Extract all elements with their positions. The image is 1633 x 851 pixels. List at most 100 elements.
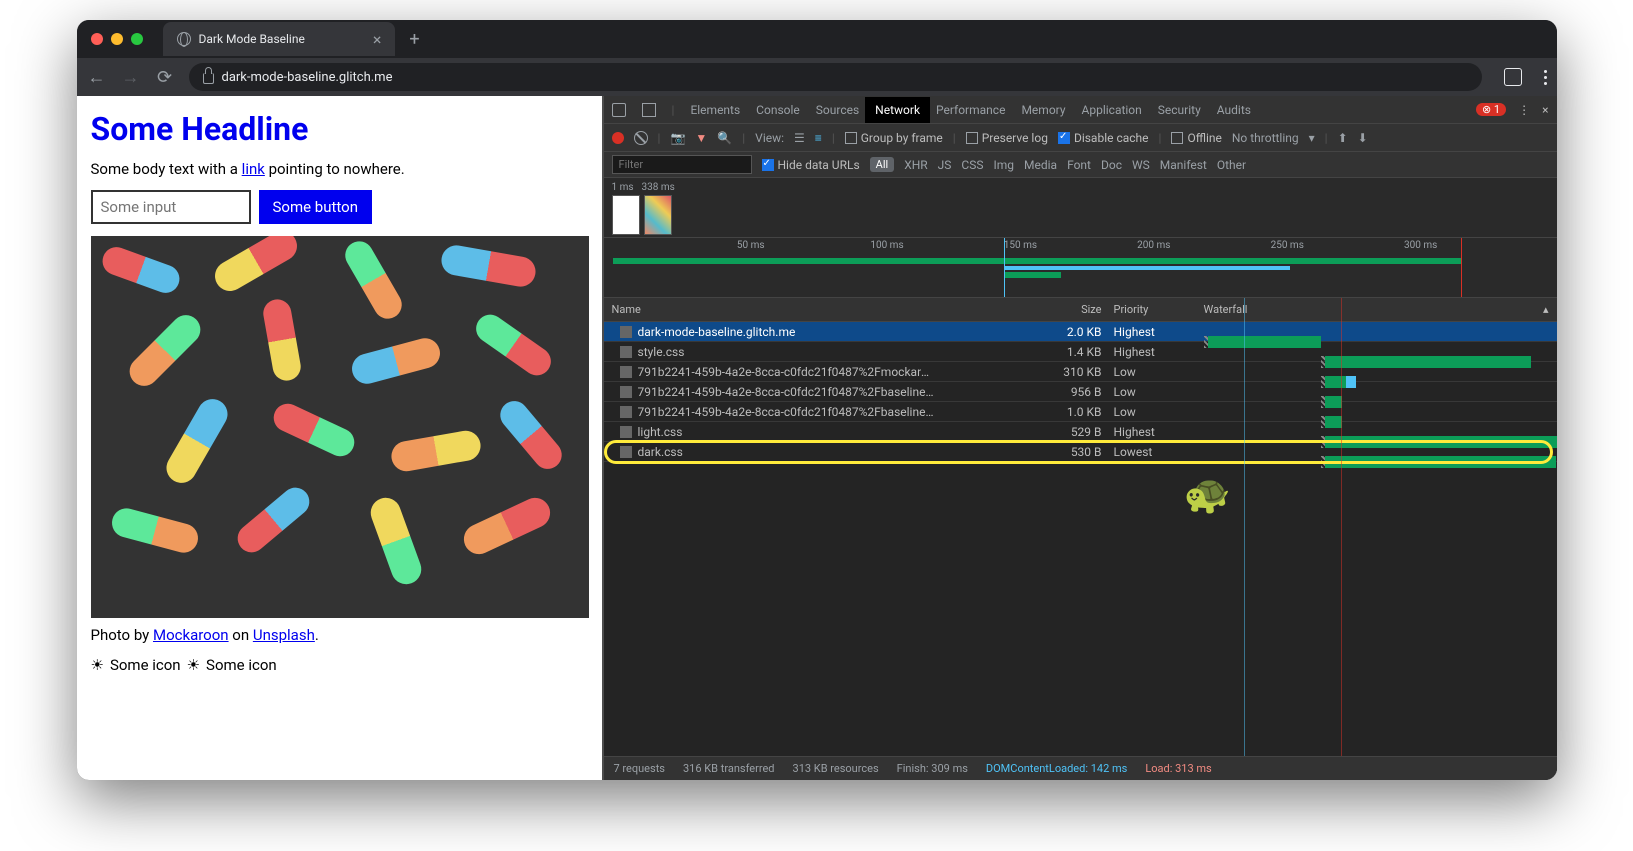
filter-js[interactable]: JS	[938, 158, 952, 172]
extensions-button[interactable]	[1504, 68, 1522, 86]
caption-mid: on	[229, 626, 253, 644]
network-row[interactable]: 791b2241-459b-4a2e-8cca-c0fdc21f0487%2Fb…	[604, 402, 1557, 422]
back-button[interactable]: ←	[87, 67, 107, 88]
filter-input[interactable]	[612, 155, 752, 174]
time-mark: 50 ms	[737, 240, 765, 251]
filter-ws[interactable]: WS	[1132, 158, 1150, 172]
inspect-icon[interactable]	[612, 103, 626, 117]
status-bar: 7 requests 316 KB transferred 313 KB res…	[604, 756, 1557, 780]
caption-author-link[interactable]: Mockaroon	[153, 626, 229, 644]
reload-button[interactable]: ⟳	[155, 67, 175, 88]
caption-prefix: Photo by	[91, 626, 153, 644]
network-row[interactable]: style.css1.4 KBHighest	[604, 342, 1557, 362]
browser-toolbar: ← → ⟳ dark-mode-baseline.glitch.me	[77, 58, 1557, 96]
error-badge[interactable]: ⊗ 1	[1476, 103, 1506, 116]
page-headline: Some Headline	[91, 110, 588, 148]
forward-button[interactable]: →	[121, 67, 141, 88]
time-mark: 250 ms	[1271, 240, 1304, 251]
network-row[interactable]: 791b2241-459b-4a2e-8cca-c0fdc21f0487%2Fb…	[604, 382, 1557, 402]
grid-header: Name Size Priority Waterfall▴	[604, 298, 1557, 322]
close-tab-button[interactable]: ×	[373, 30, 382, 49]
devtools-menu-icon[interactable]: ⋮	[1518, 103, 1530, 117]
status-load: Load: 313 ms	[1145, 762, 1211, 775]
offline-checkbox[interactable]: Offline	[1171, 131, 1221, 145]
body-link[interactable]: link	[242, 160, 265, 178]
tab-elements[interactable]: Elements	[690, 103, 740, 117]
new-tab-button[interactable]: +	[409, 29, 419, 50]
filter-bar: Hide data URLs All XHR JS CSS Img Media …	[604, 152, 1557, 178]
filter-all[interactable]: All	[870, 157, 895, 172]
network-row[interactable]: dark-mode-baseline.glitch.me2.0 KBHighes…	[604, 322, 1557, 342]
timeline[interactable]: 50 ms 100 ms 150 ms 200 ms 250 ms 300 ms	[604, 238, 1557, 298]
tab-performance[interactable]: Performance	[936, 103, 1005, 117]
overview-size: 338 ms	[642, 182, 675, 193]
tab-audits[interactable]: Audits	[1217, 103, 1251, 117]
filter-doc[interactable]: Doc	[1101, 158, 1122, 172]
status-transferred: 316 KB transferred	[683, 762, 775, 775]
tab-title: Dark Mode Baseline	[199, 32, 305, 46]
status-resources: 313 KB resources	[793, 762, 879, 775]
window-controls	[91, 33, 143, 45]
upload-icon[interactable]: ⬆	[1338, 131, 1348, 145]
network-row[interactable]: light.css529 BHighest	[604, 422, 1557, 442]
filter-font[interactable]: Font	[1067, 158, 1091, 172]
time-mark: 200 ms	[1137, 240, 1170, 251]
tab-console[interactable]: Console	[756, 103, 800, 117]
hide-urls-checkbox[interactable]: Hide data URLs	[762, 158, 860, 172]
col-size[interactable]: Size	[934, 303, 1114, 316]
camera-icon[interactable]: 📷	[670, 131, 685, 145]
view-waterfall-icon[interactable]: ≡	[815, 131, 822, 145]
filter-css[interactable]: CSS	[961, 158, 983, 172]
close-window-button[interactable]	[91, 33, 103, 45]
filter-media[interactable]: Media	[1024, 158, 1057, 172]
tab-security[interactable]: Security	[1158, 103, 1201, 117]
time-mark: 300 ms	[1404, 240, 1437, 251]
filter-img[interactable]: Img	[993, 158, 1014, 172]
time-mark: 100 ms	[870, 240, 903, 251]
preserve-checkbox[interactable]: Preserve log	[966, 131, 1048, 145]
group-checkbox[interactable]: Group by frame	[845, 131, 943, 145]
disable-cache-checkbox[interactable]: Disable cache	[1058, 131, 1149, 145]
tab-application[interactable]: Application	[1082, 103, 1142, 117]
browser-window: Dark Mode Baseline × + ← → ⟳ dark-mode-b…	[77, 20, 1557, 780]
text-input[interactable]	[91, 190, 251, 224]
turtle-emoji: 🐢	[1184, 473, 1231, 517]
minimize-window-button[interactable]	[111, 33, 123, 45]
download-icon[interactable]: ⬇	[1358, 131, 1368, 145]
col-waterfall[interactable]: Waterfall▴	[1204, 303, 1557, 316]
throttling-select[interactable]: No throttling	[1232, 131, 1299, 145]
maximize-window-button[interactable]	[131, 33, 143, 45]
device-toggle-icon[interactable]	[642, 103, 656, 117]
tab-network[interactable]: Network	[865, 97, 930, 123]
filmstrip-frame[interactable]	[644, 195, 672, 235]
col-priority[interactable]: Priority	[1114, 303, 1204, 316]
filter-other[interactable]: Other	[1217, 158, 1246, 172]
caption-site-link[interactable]: Unsplash	[253, 626, 315, 644]
page-body: Some body text with a link pointing to n…	[91, 160, 588, 178]
filter-xhr[interactable]: XHR	[904, 158, 927, 172]
col-name[interactable]: Name	[604, 303, 934, 316]
browser-menu-button[interactable]	[1544, 70, 1547, 85]
browser-tab[interactable]: Dark Mode Baseline ×	[163, 22, 396, 56]
filter-manifest[interactable]: Manifest	[1160, 158, 1207, 172]
tab-memory[interactable]: Memory	[1021, 103, 1065, 117]
body-text-2: pointing to nowhere.	[265, 160, 405, 178]
chevron-down-icon: ▾	[1309, 131, 1315, 145]
search-icon[interactable]: 🔍	[717, 131, 732, 145]
clear-button[interactable]	[634, 131, 648, 145]
caption-suffix: .	[315, 626, 319, 644]
filmstrip-frame[interactable]	[612, 195, 640, 235]
tab-sources[interactable]: Sources	[816, 103, 859, 117]
record-button[interactable]	[612, 132, 624, 144]
webpage: Some Headline Some body text with a link…	[77, 96, 604, 780]
icon-label-1: Some icon	[110, 656, 181, 674]
devtools-tabs: | Elements Console Sources Network Perfo…	[604, 96, 1557, 124]
overview-strip[interactable]: 1 ms338 ms	[604, 178, 1557, 238]
filter-icon[interactable]: ▼	[695, 131, 707, 145]
view-large-icon[interactable]: ☰	[794, 131, 805, 145]
submit-button[interactable]: Some button	[259, 190, 373, 224]
hero-image	[91, 236, 589, 618]
network-grid: Name Size Priority Waterfall▴ dark-mode-…	[604, 298, 1557, 756]
url-bar[interactable]: dark-mode-baseline.glitch.me	[189, 63, 1482, 91]
devtools-close-button[interactable]: ×	[1542, 103, 1548, 117]
